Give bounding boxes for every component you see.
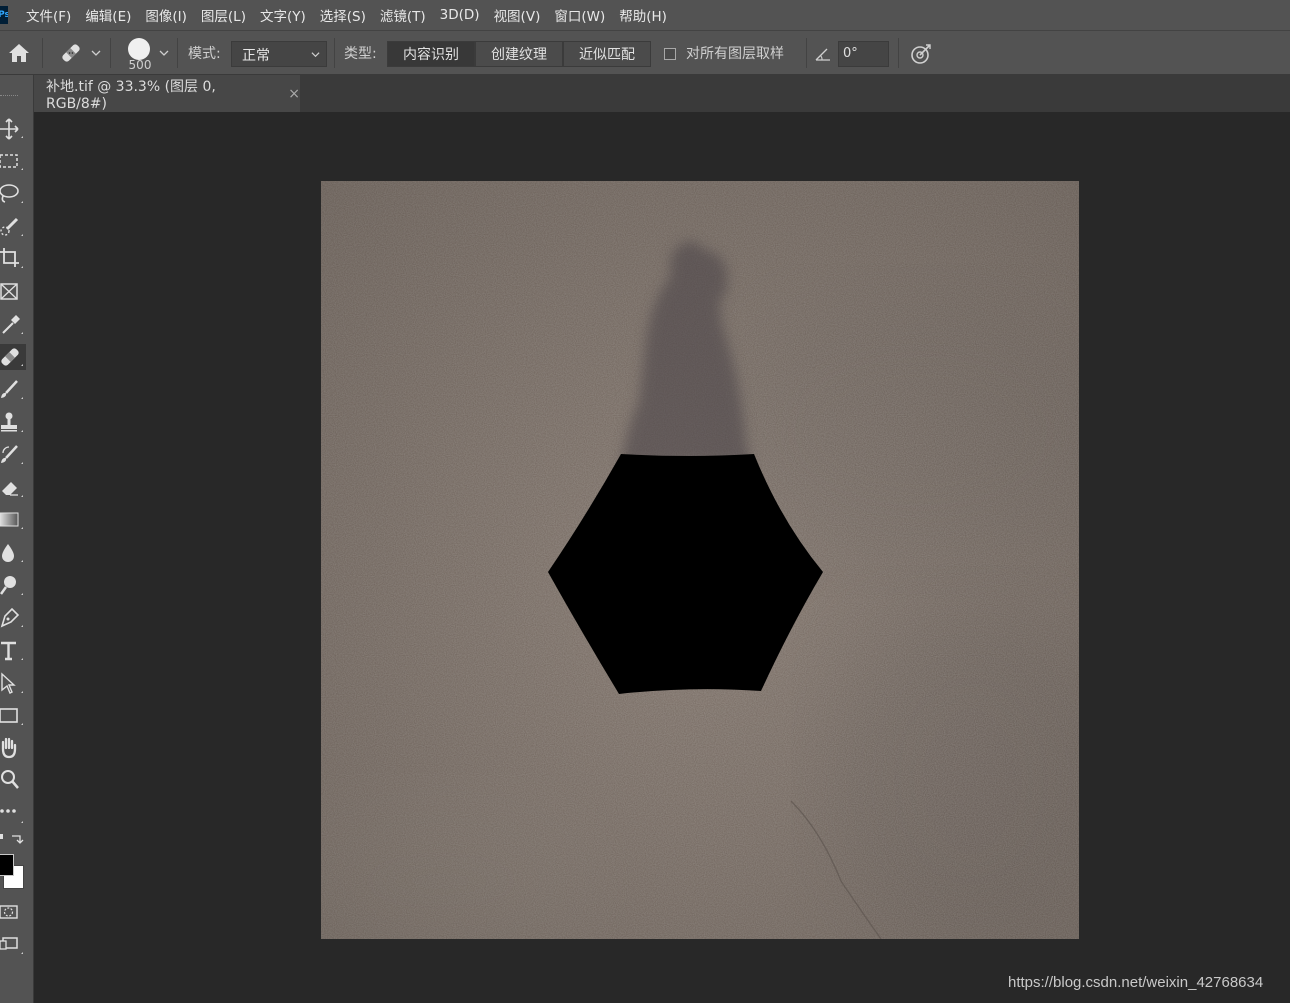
- rectangle-icon[interactable]: [0, 703, 26, 729]
- mode-value: 正常: [242, 48, 270, 64]
- brush-preview[interactable]: [128, 38, 150, 60]
- chevron-down-icon[interactable]: [159, 48, 169, 58]
- sample-all-layers-label: 对所有图层取样: [686, 46, 784, 62]
- separator: [110, 38, 111, 68]
- mode-label: 模式:: [188, 46, 221, 62]
- menu-layer[interactable]: 图层(L): [201, 5, 246, 25]
- type-tool-icon[interactable]: [0, 638, 26, 664]
- document-tab-title: 补地.tif @ 33.3% (图层 0, RGB/8#): [46, 78, 216, 112]
- separator: [334, 38, 335, 68]
- watermark-text: https://blog.csdn.net/weixin_42768634: [1008, 974, 1264, 991]
- healing-brush-icon[interactable]: [0, 344, 26, 370]
- eyedropper-icon[interactable]: [0, 312, 26, 338]
- gradient-icon[interactable]: [0, 507, 26, 533]
- menu-select[interactable]: 选择(S): [320, 5, 366, 25]
- type-proximity-match-button[interactable]: 近似匹配: [563, 41, 651, 67]
- chevron-down-icon: [311, 52, 320, 58]
- document-tab-bar: 补地.tif @ 33.3% (图层 0, RGB/8#) ×: [34, 75, 1290, 112]
- menu-edit[interactable]: 编辑(E): [85, 5, 131, 25]
- options-bar: 500 模式: 正常 类型: 内容识别 创建纹理 近似匹配 对所有图层取样 0°: [0, 30, 1290, 75]
- type-create-texture-button[interactable]: 创建纹理: [475, 41, 563, 67]
- history-brush-icon[interactable]: [0, 442, 26, 468]
- type-content-aware-button[interactable]: 内容识别: [387, 41, 475, 67]
- document-tab[interactable]: 补地.tif @ 33.3% (图层 0, RGB/8#) ×: [34, 75, 300, 112]
- chevron-down-icon[interactable]: [91, 48, 101, 58]
- home-icon[interactable]: [6, 41, 32, 65]
- app-logo[interactable]: Ps: [0, 6, 8, 24]
- eraser-icon[interactable]: [0, 475, 26, 501]
- path-select-icon[interactable]: [0, 671, 26, 697]
- pressure-size-icon[interactable]: [909, 42, 933, 66]
- dodge-icon[interactable]: [0, 573, 26, 599]
- menu-3d[interactable]: 3D(D): [440, 7, 480, 23]
- menu-help[interactable]: 帮助(H): [619, 5, 667, 25]
- menu-bar: Ps 文件(F) 编辑(E) 图像(I) 图层(L) 文字(Y) 选择(S) 滤…: [0, 0, 1290, 30]
- screen-mode-icon[interactable]: [0, 932, 26, 958]
- clone-stamp-icon[interactable]: [0, 410, 26, 436]
- quick-mask-icon[interactable]: [0, 899, 26, 925]
- bandage-icon[interactable]: [58, 40, 84, 66]
- separator: [42, 38, 43, 68]
- foreground-color-swatch[interactable]: [0, 854, 14, 876]
- menu-window[interactable]: 窗口(W): [554, 5, 605, 25]
- blur-icon[interactable]: [0, 540, 26, 566]
- lasso-tool-icon[interactable]: [0, 181, 26, 207]
- tools-panel: [0, 75, 34, 1003]
- type-label: 类型:: [344, 46, 377, 62]
- separator: [898, 38, 899, 68]
- marquee-tool-icon[interactable]: [0, 148, 26, 174]
- quick-select-icon[interactable]: [0, 214, 26, 240]
- swap-colors-icon[interactable]: [0, 828, 26, 854]
- brush-size-label: 500: [128, 58, 152, 72]
- zoom-icon[interactable]: [0, 768, 26, 794]
- more-tools-icon[interactable]: [0, 801, 26, 827]
- pen-icon[interactable]: [0, 605, 26, 631]
- close-icon[interactable]: ×: [288, 86, 300, 102]
- hand-icon[interactable]: [0, 736, 26, 762]
- panel-grip[interactable]: [0, 95, 18, 98]
- mode-select[interactable]: 正常: [231, 41, 327, 67]
- angle-input[interactable]: 0°: [838, 41, 889, 67]
- menu-image[interactable]: 图像(I): [145, 5, 187, 25]
- move-tool-icon[interactable]: [0, 116, 26, 142]
- angle-icon: [815, 48, 830, 61]
- menu-filter[interactable]: 滤镜(T): [380, 5, 426, 25]
- menu-view[interactable]: 视图(V): [494, 5, 541, 25]
- frame-icon[interactable]: [0, 279, 26, 305]
- canvas-area[interactable]: [34, 112, 1290, 1003]
- sample-all-layers-checkbox[interactable]: [664, 48, 676, 60]
- separator: [177, 38, 178, 68]
- separator: [806, 38, 807, 68]
- document-canvas[interactable]: [321, 181, 1079, 939]
- menu-type[interactable]: 文字(Y): [260, 5, 306, 25]
- brush-icon[interactable]: [0, 377, 26, 403]
- menu-file[interactable]: 文件(F): [26, 5, 71, 25]
- crop-icon[interactable]: [0, 246, 26, 272]
